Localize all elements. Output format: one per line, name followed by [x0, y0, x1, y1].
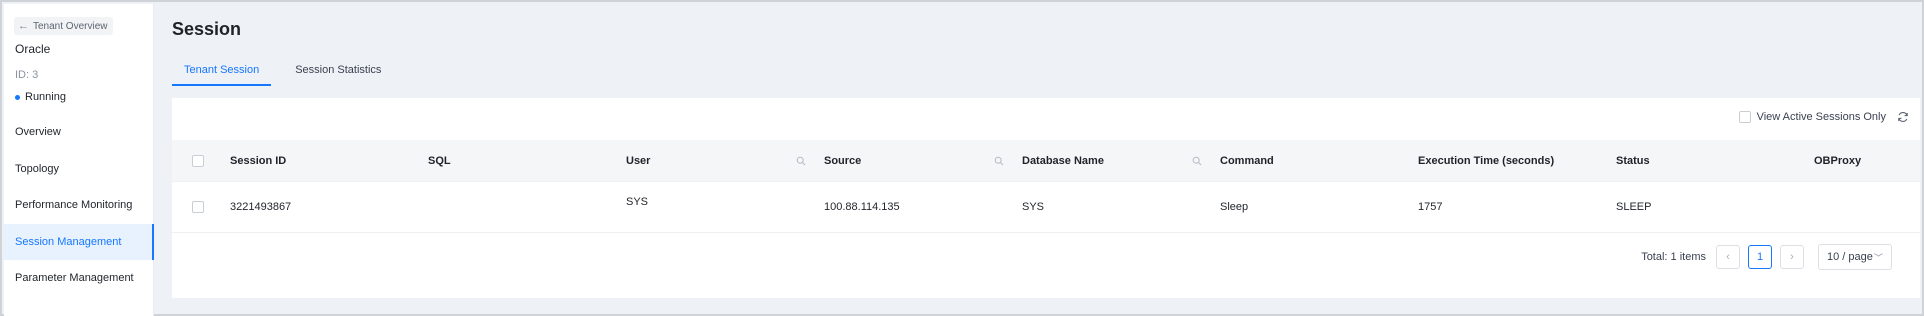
chevron-down-icon: ﹀ [1873, 252, 1883, 263]
tab-label: Session Statistics [295, 64, 382, 76]
cell-status: SLEEP [1616, 201, 1652, 213]
column-header-label: Status [1616, 154, 1650, 167]
column-header-status[interactable]: Status [1616, 140, 1814, 181]
table-toolbar: View Active Sessions Only [1738, 108, 1910, 126]
page-number-button[interactable]: 1 [1748, 245, 1772, 269]
sidebar-item-label: Session Management [15, 235, 122, 248]
session-table: Session ID SQL User Source Database Name… [172, 140, 1920, 233]
column-header-label: Source [824, 154, 862, 167]
status-dot-icon [15, 94, 20, 100]
column-header-database-name[interactable]: Database Name [1022, 140, 1220, 181]
column-header-label: Execution Time (seconds) [1418, 154, 1555, 167]
prev-page-button[interactable]: ‹ [1716, 245, 1740, 269]
search-icon[interactable] [796, 156, 806, 166]
cell-command: Sleep [1220, 201, 1249, 213]
sidebar-item-label: Performance Monitoring [15, 199, 133, 212]
tab-session-statistics[interactable]: Session Statistics [283, 60, 393, 86]
row-checkbox[interactable] [192, 201, 204, 213]
sidebar: ← Tenant Overview Oracle ID: 3 Running O… [4, 4, 154, 316]
column-header-execution-time[interactable]: Execution Time (seconds) [1418, 140, 1616, 181]
search-icon[interactable] [1192, 156, 1202, 166]
session-table-card: View Active Sessions Only Session ID SQL… [172, 98, 1920, 298]
sidebar-item-label: Parameter Management [15, 272, 134, 285]
column-header-sql[interactable]: SQL [428, 140, 626, 181]
tenant-status-label: Running [25, 91, 66, 103]
sidebar-item-label: Topology [15, 162, 60, 175]
column-header-user[interactable]: User [626, 140, 824, 181]
tab-tenant-session[interactable]: Tenant Session [172, 60, 272, 86]
sidebar-item-performance-monitoring[interactable]: Performance Monitoring [4, 187, 154, 223]
tenant-name: Oracle [15, 42, 51, 56]
tab-label: Tenant Session [184, 64, 260, 76]
page-size-value: 10 / page [1827, 251, 1873, 263]
arrow-left-icon: ← [18, 20, 29, 32]
column-header-session-id[interactable]: Session ID [230, 140, 428, 181]
cell-obproxy [1814, 182, 1920, 232]
cell-execution-time: 1757 [1418, 201, 1443, 213]
column-header-label: OBProxy [1814, 154, 1862, 167]
tenant-id: ID: 3 [15, 69, 39, 81]
column-header-label: Session ID [230, 154, 287, 167]
row-checkbox-cell [172, 182, 230, 232]
refresh-icon[interactable] [1896, 110, 1910, 124]
sidebar-item-session-management[interactable]: Session Management [4, 223, 154, 260]
session-tabs: Tenant Session Session Statistics [172, 60, 393, 88]
column-header-label: User [626, 154, 651, 167]
search-icon[interactable] [994, 156, 1004, 166]
column-header-label: Command [1220, 154, 1274, 167]
tenant-status: Running [15, 91, 66, 103]
sidebar-item-overview[interactable]: Overview [4, 114, 154, 150]
sidebar-item-label: Overview [15, 126, 61, 138]
chevron-right-icon: › [1790, 251, 1794, 263]
header-checkbox-cell [172, 140, 230, 181]
view-active-sessions-toggle[interactable]: View Active Sessions Only [1738, 111, 1886, 123]
cell-database-name: SYS [1022, 201, 1045, 213]
table-row[interactable]: 3221493867 SYS 100.88.114.135 SYS Sleep … [172, 182, 1920, 233]
page-title: Session [172, 19, 242, 39]
pagination: Total: 1 items ‹ 1 › 10 / page ﹀ [1641, 244, 1892, 270]
app-frame: ← Tenant Overview Oracle ID: 3 Running O… [0, 0, 1924, 316]
cell-user: SYS [626, 196, 649, 208]
column-header-label: SQL [428, 154, 451, 167]
page-size-select[interactable]: 10 / page ﹀ [1818, 244, 1892, 270]
total-items: Total: 1 items [1641, 251, 1706, 263]
cell-session-id: 3221493867 [230, 201, 292, 213]
column-header-command[interactable]: Command [1220, 140, 1418, 181]
view-active-label: View Active Sessions Only [1756, 111, 1886, 123]
cell-sql [428, 182, 626, 232]
table-header: Session ID SQL User Source Database Name… [172, 140, 1920, 182]
select-all-checkbox[interactable] [192, 154, 204, 167]
back-link-label: Tenant Overview [33, 20, 108, 32]
sidebar-item-parameter-management[interactable]: Parameter Management [4, 260, 154, 296]
column-header-label: Database Name [1022, 154, 1104, 167]
sidebar-item-topology[interactable]: Topology [4, 151, 154, 187]
column-header-source[interactable]: Source [824, 140, 1022, 181]
chevron-left-icon: ‹ [1726, 251, 1730, 263]
column-header-obproxy[interactable]: OBProxy [1814, 140, 1920, 181]
next-page-button[interactable]: › [1780, 245, 1804, 269]
back-to-tenant-overview-link[interactable]: ← Tenant Overview [14, 17, 114, 35]
view-active-checkbox[interactable] [1738, 111, 1751, 123]
cell-source: 100.88.114.135 [824, 201, 900, 213]
sidebar-nav: Overview Topology Performance Monitoring… [4, 114, 154, 297]
